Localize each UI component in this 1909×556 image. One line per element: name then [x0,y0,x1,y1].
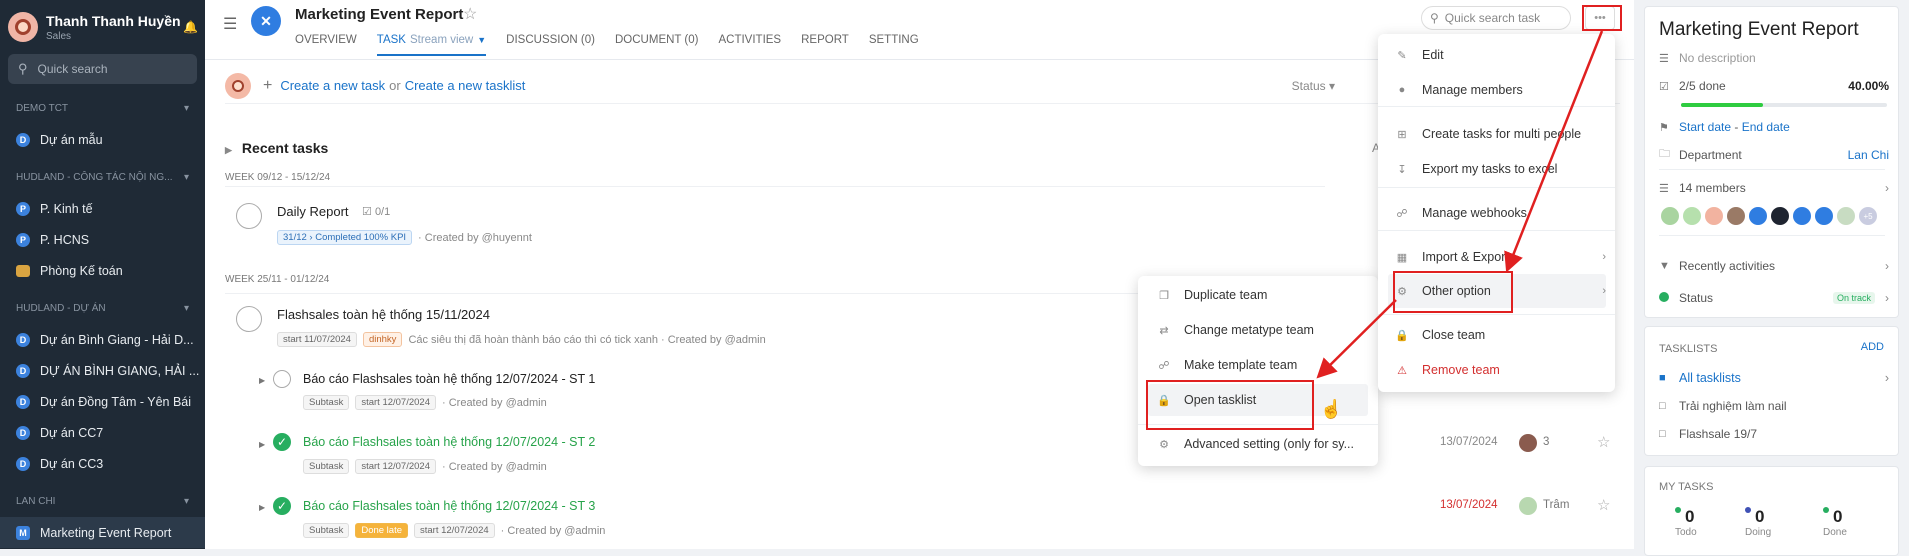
annotation-arrows [1316,30,1604,379]
